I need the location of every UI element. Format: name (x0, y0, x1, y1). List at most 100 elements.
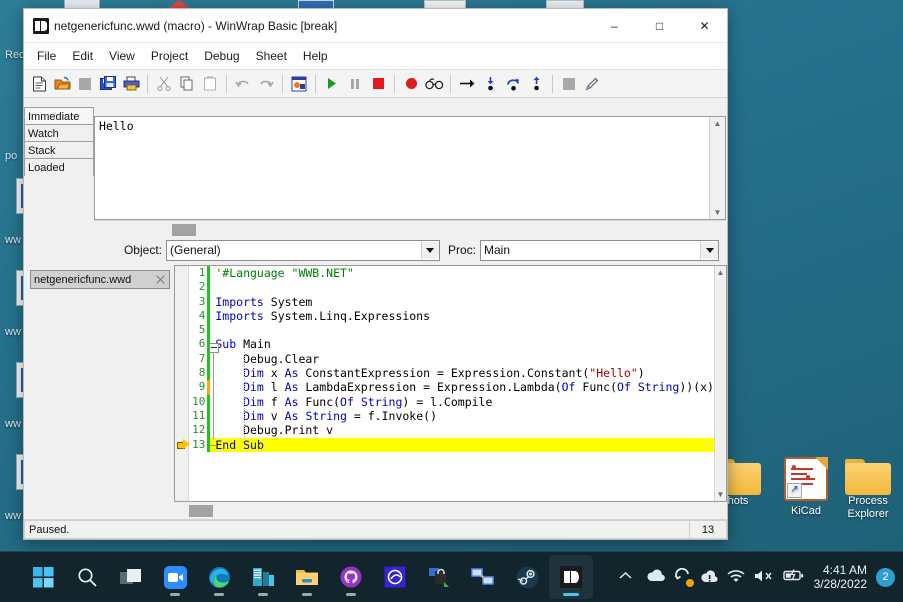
shortcut-arrow-icon: ↗ (787, 483, 802, 498)
menu-debug[interactable]: Debug (196, 46, 247, 66)
window-titlebar[interactable]: netgenericfunc.wwd (macro) - WinWrap Bas… (24, 9, 727, 43)
hscroll-thumb[interactable] (189, 504, 213, 517)
editor-vertical-scrollbar[interactable]: ▲ ▼ (713, 266, 726, 501)
scroll-down-icon[interactable]: ▼ (714, 208, 722, 217)
code-line[interactable]: Dim l As LambdaExpression = Expression.L… (210, 380, 714, 394)
step-out-icon[interactable] (525, 73, 547, 95)
tools-icon[interactable] (581, 73, 603, 95)
clock[interactable]: 4:41 AM 3/28/2022 (814, 563, 867, 591)
code-line[interactable]: '#Language "WWB.NET" (210, 266, 714, 280)
step-over-icon[interactable] (502, 73, 524, 95)
show-hidden-icons-chevron[interactable] (615, 571, 637, 583)
start-button[interactable] (21, 555, 65, 599)
update-icon[interactable] (674, 567, 694, 587)
breakpoint-icon[interactable] (400, 73, 422, 95)
menu-view[interactable]: View (101, 46, 143, 66)
immediate-output[interactable]: Hello (95, 117, 709, 219)
immediate-window[interactable]: Hello ▲ ▼ (94, 116, 726, 220)
menu-help[interactable]: Help (295, 46, 336, 66)
save-all-icon[interactable] (97, 73, 119, 95)
desktop-icon-process-explorer[interactable]: Process Explorer (830, 455, 903, 521)
code-line[interactable]: Sub Main (210, 337, 714, 351)
zoom-icon[interactable] (153, 555, 197, 599)
code-line-current[interactable]: End Sub (210, 437, 714, 452)
hscroll-thumb[interactable] (172, 223, 196, 236)
search-icon[interactable] (65, 555, 109, 599)
user-dialog-icon[interactable] (288, 73, 310, 95)
toolbar[interactable] (24, 70, 727, 98)
winwrap-basic-window[interactable]: netgenericfunc.wwd (macro) - WinWrap Bas… (23, 8, 728, 540)
steam-icon[interactable] (505, 555, 549, 599)
stop-icon[interactable] (367, 73, 389, 95)
object-dropdown[interactable]: (General) (165, 239, 440, 261)
new-icon[interactable] (28, 73, 50, 95)
file-explorer-icon[interactable] (285, 555, 329, 599)
blue-app-icon[interactable] (373, 555, 417, 599)
watch-icon[interactable] (423, 73, 445, 95)
menubar[interactable]: File Edit View Project Debug Sheet Help (24, 43, 727, 70)
taskbar-items[interactable] (0, 555, 615, 599)
immediate-horizontal-scrollbar[interactable] (94, 220, 726, 238)
tab-stack[interactable]: Stack (24, 141, 94, 159)
files-icon[interactable] (241, 555, 285, 599)
code-text-area[interactable]: '#Language "WWB.NET" Imports System Impo… (209, 266, 714, 501)
remote-desktop-icon[interactable] (461, 555, 505, 599)
menu-sheet[interactable]: Sheet (248, 46, 295, 66)
minimize-button[interactable]: – (592, 10, 637, 42)
alert-icon[interactable] (701, 569, 718, 586)
proc-dropdown[interactable]: Main (480, 239, 719, 261)
editor-mark-column[interactable] (175, 266, 190, 501)
lock-app-icon[interactable] (417, 555, 461, 599)
code-line[interactable]: Dim x As ConstantExpression = Expression… (210, 366, 714, 380)
step-into-icon[interactable] (479, 73, 501, 95)
desktop-label-recycle: Rec (5, 49, 25, 61)
volume-muted-icon[interactable] (754, 569, 774, 586)
close-button[interactable]: ✕ (682, 10, 727, 42)
code-line[interactable]: Dim v As String = f.Invoke() (210, 409, 714, 423)
close-icon[interactable] (155, 274, 166, 285)
set-next-statement-icon[interactable] (456, 73, 478, 95)
cut-icon (153, 73, 175, 95)
maximize-button[interactable]: □ (637, 10, 682, 42)
code-line[interactable]: Imports System (210, 295, 714, 309)
tab-watch[interactable]: Watch (24, 124, 94, 142)
edge-icon[interactable] (197, 555, 241, 599)
code-line[interactable] (210, 280, 714, 294)
system-tray[interactable]: 4:41 AM 3/28/2022 2 (615, 563, 903, 591)
task-view-icon[interactable] (109, 555, 153, 599)
toolbar-separator (450, 74, 451, 93)
project-panel[interactable]: netgenericfunc.wwd (24, 264, 174, 502)
code-line[interactable]: Imports System.Linq.Expressions (210, 309, 714, 323)
battery-icon[interactable] (782, 569, 805, 585)
debug-tabs[interactable]: Immediate Watch Stack Loaded (24, 98, 94, 238)
chevron-down-icon[interactable] (420, 241, 439, 259)
code-editor[interactable]: 1 2 3 4 5 6 7 8 9 10 11 12 13 '#Language… (174, 265, 727, 502)
fold-box-icon[interactable] (209, 343, 220, 353)
fold-line (212, 352, 214, 439)
open-icon[interactable] (51, 73, 73, 95)
print-icon[interactable] (120, 73, 142, 95)
notification-badge[interactable]: 2 (876, 567, 895, 587)
immediate-vertical-scrollbar[interactable]: ▲ ▼ (709, 117, 725, 219)
taskbar[interactable]: 4:41 AM 3/28/2022 2 (0, 551, 903, 602)
onedrive-icon[interactable] (646, 569, 665, 585)
menu-file[interactable]: File (29, 46, 64, 66)
chevron-down-icon[interactable] (700, 241, 718, 259)
wifi-icon[interactable] (727, 569, 745, 586)
code-line[interactable]: Dim f As Func(Of String) = l.Compile (210, 395, 714, 409)
menu-project[interactable]: Project (143, 46, 196, 66)
scroll-up-icon[interactable]: ▲ (714, 119, 722, 128)
file-tab-netgenericfunc[interactable]: netgenericfunc.wwd (30, 270, 170, 289)
code-line[interactable]: Debug.Clear (210, 352, 714, 366)
code-line[interactable] (210, 323, 714, 337)
github-icon[interactable] (329, 555, 373, 599)
winwrap-taskbar-icon[interactable] (549, 555, 594, 599)
scroll-up-icon[interactable]: ▲ (717, 268, 725, 277)
editor-horizontal-scroll-row[interactable] (24, 502, 727, 519)
menu-edit[interactable]: Edit (64, 46, 101, 66)
code-line[interactable]: Debug.Print v (210, 423, 714, 437)
run-icon[interactable] (321, 73, 343, 95)
scroll-down-icon[interactable]: ▼ (717, 490, 725, 499)
tab-loaded[interactable]: Loaded (24, 158, 94, 176)
tab-immediate[interactable]: Immediate (24, 107, 94, 125)
